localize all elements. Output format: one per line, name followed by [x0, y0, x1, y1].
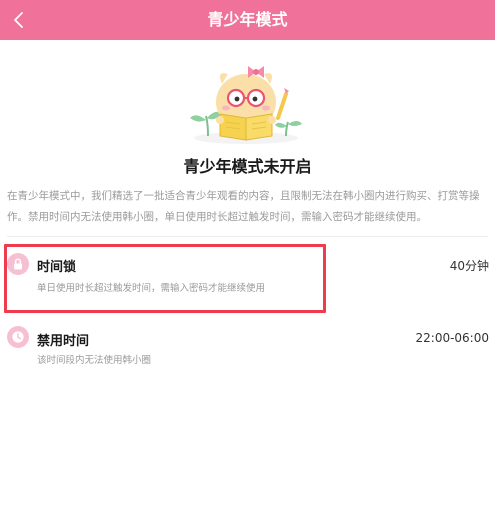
- clock-icon: [7, 326, 29, 348]
- youth-mode-status-title: 青少年模式未开启: [183, 157, 312, 176]
- section-divider: [7, 236, 488, 237]
- setting-value: 22:00-06:00: [415, 331, 490, 345]
- app-header: 青少年模式: [0, 0, 495, 40]
- setting-row-disabled-time[interactable]: 禁用时间 22:00-06:00 该时间段内无法使用韩小圈: [0, 318, 495, 378]
- reading-mascot-illustration: [190, 66, 302, 144]
- setting-subtitle: 该时间段内无法使用韩小圈: [37, 355, 152, 366]
- setting-value: 40分钟: [449, 259, 489, 273]
- page-title: 青少年模式: [207, 10, 288, 29]
- highlight-box: [4, 244, 326, 313]
- setting-title: 禁用时间: [37, 334, 90, 349]
- youth-mode-description: 在青少年模式中，我们精选了一批适合青少年观看的内容，且限制无法在韩小圈内进行购买…: [7, 190, 480, 223]
